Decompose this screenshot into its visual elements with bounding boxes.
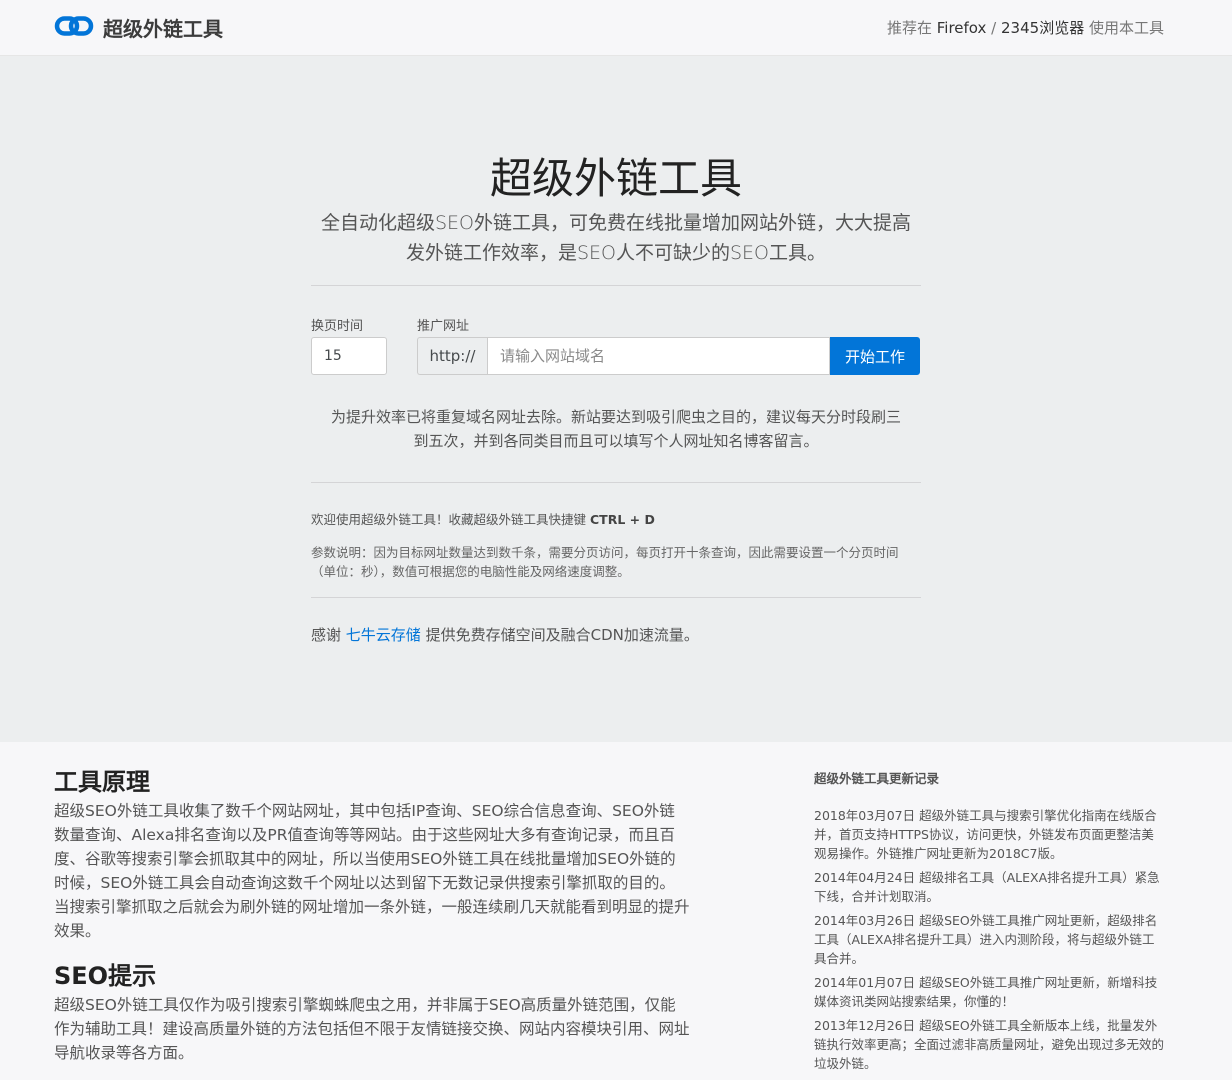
changelog-item: 2014年04月24日 超级排名工具（ALEXA排名提升工具）紧急下线，合并计划… [814,870,1160,904]
principle-text: 超级SEO外链工具收集了数千个网站网址，其中包括IP查询、SEO综合信息查询、S… [54,802,690,940]
url-prefix: http:// [417,337,487,375]
hero-section: 超级外链工具 全自动化超级SEO外链工具，可免费在线批量增加网站外链，大大提高发… [0,56,1232,742]
recommend-prefix: 推荐在 [886,19,932,37]
changelog-sidebar: 超级外链工具更新记录 2018年03月07日 超级外链工具与搜索引擎优化指南在线… [814,767,1164,1078]
separator: / [991,19,997,37]
changelog-item: 2018年03月07日 超级外链工具与搜索引擎优化指南在线版合并，首页支持HTT… [814,808,1157,861]
url-input[interactable] [487,337,830,375]
info-section: 工具原理 超级SEO外链工具收集了数千个网站网址，其中包括IP查询、SEO综合信… [0,742,1232,1078]
seo-tips-title: SEO提示 [54,962,157,990]
changelog-title: 超级外链工具更新记录 [814,771,940,786]
param-description: 参数说明：因为目标网址数量达到数千条，需要分页访问，每页打开十条查询，因此需要设… [311,545,899,579]
submit-form: 换页时间 推广网址 http:// 开始工作 [311,315,921,375]
recommend-suffix: 使用本工具 [1088,19,1164,37]
brand-link[interactable]: 超级外链工具 [54,13,223,42]
qiniu-link[interactable]: 七牛云存储 [346,626,421,644]
principle-title: 工具原理 [54,768,150,796]
seo-tips-text: 超级SEO外链工具仅作为吸引搜索引擎蜘蛛爬虫之用，并非属于SEO高质量外链范围，… [54,996,690,1062]
interval-input[interactable] [311,337,387,375]
browser-recommendation: 推荐在 Firefox / 2345浏览器 使用本工具 [887,17,1164,38]
hero-lead: 全自动化超级SEO外链工具，可免费在线批量增加网站外链，大大提高发外链工作效率，… [320,212,912,264]
welcome-text: 欢迎使用超级外链工具！收藏超级外链工具快捷键 CTRL + D [311,509,921,528]
thanks-text: 感谢 七牛云存储 提供免费存储空间及融合CDN加速流量。 [311,624,921,645]
divider [311,482,921,483]
page-title: 超级外链工具 [489,154,742,203]
changelog-item: 2013年12月26日 超级SEO外链工具全新版本上线，批量发外链执行效率更高；… [814,1018,1165,1071]
divider [311,597,921,598]
chain-link-icon [54,15,94,41]
changelog-list: 2018年03月07日 超级外链工具与搜索引擎优化指南在线版合并，首页支持HTT… [814,806,1164,1073]
changelog-item: 2014年03月26日 超级SEO外链工具推广网址更新，超级排名工具（ALEXA… [814,913,1158,966]
url-group: 推广网址 http:// 开始工作 [417,315,920,375]
url-label: 推广网址 [417,319,470,334]
start-button[interactable]: 开始工作 [830,337,920,375]
browser-2345-link[interactable]: 2345浏览器 [1001,19,1084,37]
brand-name: 超级外链工具 [103,17,223,41]
url-input-group: http:// 开始工作 [417,337,920,375]
firefox-link[interactable]: Firefox [937,19,987,37]
interval-label: 换页时间 [311,319,364,334]
thanks-suffix: 提供免费存储空间及融合CDN加速流量。 [425,626,699,644]
thanks-prefix: 感谢 [311,626,342,644]
efficiency-tip: 为提升效率已将重复域名网址去除。新站要达到吸引爬虫之目的，建议每天分时段刷三到五… [331,408,902,450]
interval-group: 换页时间 [311,315,387,375]
main-column: 工具原理 超级SEO外链工具收集了数千个网站网址，其中包括IP查询、SEO综合信… [54,767,690,1078]
welcome-message: 欢迎使用超级外链工具！收藏超级外链工具快捷键 [311,512,587,527]
shortcut-hint: CTRL + D [590,512,655,527]
divider [311,285,921,286]
changelog-item: 2014年01月07日 超级SEO外链工具推广网址更新，新增科技媒体资讯类网站搜… [814,975,1158,1009]
navbar: 超级外链工具 推荐在 Firefox / 2345浏览器 使用本工具 [0,0,1232,56]
